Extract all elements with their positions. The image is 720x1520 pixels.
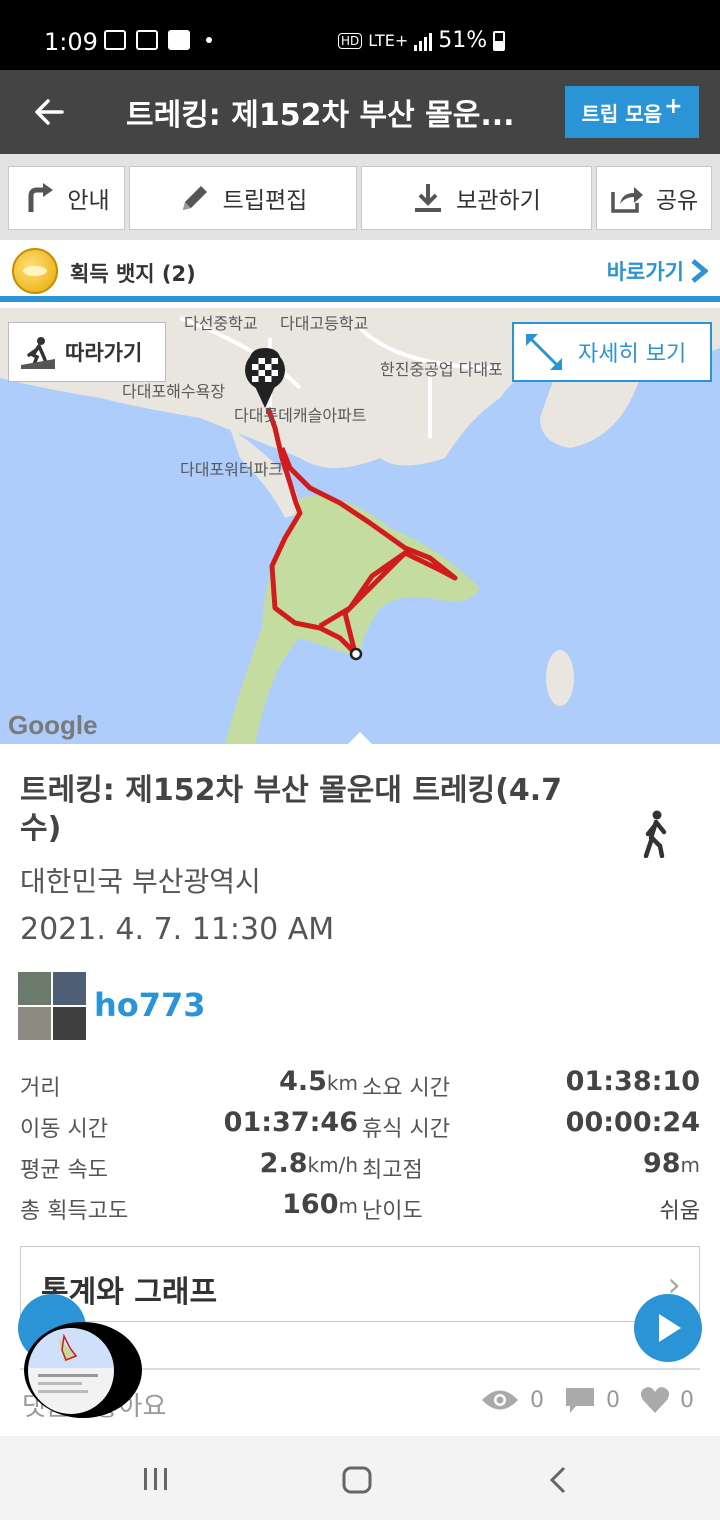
save-button[interactable]: 보관하기 [361, 166, 592, 230]
map-label-pier: 다대포워터파크 [180, 460, 284, 479]
chevron-right-icon [691, 259, 708, 283]
earned-badges-row[interactable]: 획득 뱃지 (2) 바로가기 [0, 240, 720, 302]
trip-collection-button[interactable]: 트립 모음 + [565, 86, 699, 138]
thumbnail-map [28, 1328, 114, 1393]
view-detail-button[interactable]: 자세히 보기 [512, 322, 712, 382]
app-root: 1:09 HD LTE+ 51% 트레킹: 제152차 부산 몰운... 트립 … [0, 0, 720, 1520]
comment-icon [566, 1388, 594, 1413]
map-label-school1: 다선중학교 [184, 314, 258, 333]
signal-icon [414, 31, 433, 51]
stats-row: 평균 속도 2.8km/h 최고점 98m [20, 1146, 700, 1187]
stats-row: 이동 시간 01:37:46 휴식 시간 00:00:24 [20, 1105, 700, 1146]
distance-value: 4.5km [279, 1066, 358, 1097]
trip-location: 대한민국 부산광역시 [20, 865, 261, 898]
more-notifications-icon [206, 37, 212, 43]
back-icon[interactable] [548, 1466, 568, 1494]
play-icon [659, 1314, 681, 1342]
expand-icon [526, 334, 562, 370]
battery-icon [493, 30, 506, 51]
rest-time-value: 00:00:24 [565, 1107, 700, 1138]
eye-icon [482, 1390, 518, 1410]
system-nav-bar [0, 1436, 720, 1520]
trip-collection-label: 트립 모음 [581, 101, 663, 126]
edit-trip-button[interactable]: 트립편집 [129, 166, 357, 230]
plus-icon: + [664, 93, 683, 119]
max-altitude-label: 최고점 [362, 1158, 423, 1183]
like-count: 0 [680, 1387, 694, 1413]
turn-right-icon [28, 183, 54, 212]
network-type: LTE+ [368, 31, 409, 50]
rest-time-label: 휴식 시간 [362, 1117, 450, 1142]
map-caret [346, 732, 374, 744]
social-counts: 0 0 0 [480, 1386, 694, 1414]
duration-value: 01:38:10 [565, 1066, 700, 1097]
share-button[interactable]: 공유 [596, 166, 712, 230]
follow-label: 따라가기 [65, 341, 143, 365]
moving-time-value: 01:37:46 [223, 1107, 358, 1138]
avg-speed-label: 평균 속도 [20, 1158, 108, 1183]
max-altitude-value: 98m [642, 1148, 700, 1179]
difficulty-label: 난이도 [362, 1199, 423, 1224]
battery-percent: 51% [438, 28, 488, 53]
app-notification-icon [136, 30, 158, 50]
notification-icons [104, 30, 212, 50]
page-title: 트레킹: 제152차 부산 몰운... [126, 98, 515, 133]
heart-icon [640, 1387, 670, 1413]
app-bar: 트레킹: 제152차 부산 몰운... 트립 모음 + [0, 70, 720, 154]
stats-row: 거리 4.5km 소요 시간 01:38:10 [20, 1064, 700, 1105]
comment-count: 0 [606, 1387, 620, 1413]
gallery-icon [104, 30, 126, 50]
trip-thumbnail[interactable] [24, 1322, 142, 1418]
thumbnail-preview [28, 1328, 114, 1414]
hiker-icon [21, 337, 55, 369]
status-time: 1:09 [44, 28, 98, 56]
map-label-apartment: 다대롯데캐슬아파트 [234, 406, 367, 425]
follow-button[interactable]: 따라가기 [8, 322, 166, 382]
download-icon [415, 184, 442, 212]
next-trip-button[interactable] [634, 1294, 702, 1362]
username-link[interactable]: ho773 [94, 986, 206, 1024]
badge-icon [12, 248, 58, 294]
recent-apps-icon[interactable] [142, 1466, 170, 1492]
elevation-gain-value: 160m [282, 1189, 358, 1220]
walker-icon [643, 810, 667, 858]
action-toolbar: 안내 트립편집 보관하기 공유 [0, 154, 720, 240]
share-label: 공유 [655, 188, 699, 214]
avatar[interactable] [18, 972, 86, 1040]
back-arrow-icon[interactable] [32, 94, 68, 130]
google-logo: Google [8, 710, 98, 740]
hd-voice-icon: HD [338, 32, 363, 49]
guide-label: 안내 [67, 188, 110, 214]
view-count: 0 [530, 1387, 544, 1413]
trip-title: 트레킹: 제152차 부산 몰운대 트레킹(4.7 수) [20, 773, 563, 846]
map-label-factory: 한진중공업 다대포 [380, 360, 503, 379]
guide-button[interactable]: 안내 [8, 166, 125, 230]
pencil-icon [182, 186, 207, 210]
route-map[interactable]: 다선중학교 다대고등학교 다대포해수욕장 한진중공업 다대포 다대롯데캐슬아파트… [0, 308, 720, 744]
moving-time-label: 이동 시간 [20, 1117, 108, 1142]
status-bar: 1:09 HD LTE+ 51% [0, 0, 720, 70]
distance-label: 거리 [20, 1076, 61, 1101]
elevation-gain-label: 총 획득고도 [20, 1199, 129, 1224]
home-icon[interactable] [342, 1466, 372, 1494]
stats-graph-button[interactable]: 통계와 그래프 › [20, 1246, 700, 1322]
duration-label: 소요 시간 [362, 1076, 450, 1101]
avg-speed-value: 2.8km/h [259, 1148, 358, 1179]
system-icons: HD LTE+ 51% [338, 28, 506, 53]
difficulty-value: 쉬움 [659, 1199, 700, 1224]
trip-datetime: 2021. 4. 7. 11:30 AM [20, 912, 335, 947]
goto-label: 바로가기 [606, 260, 684, 284]
share-icon [611, 187, 643, 213]
view-detail-label: 자세히 보기 [578, 342, 687, 367]
edit-trip-label: 트립편집 [222, 188, 308, 214]
goto-link[interactable]: 바로가기 [607, 256, 708, 286]
stats-row: 총 획득고도 160m 난이도 쉬움 [20, 1187, 700, 1228]
map-label-school2: 다대고등학교 [280, 314, 369, 333]
save-label: 보관하기 [456, 188, 541, 214]
app-badge-icon [168, 30, 190, 50]
earned-badges-label: 획득 뱃지 (2) [70, 262, 196, 286]
stats-table: 거리 4.5km 소요 시간 01:38:10 이동 시간 01:37:46 휴… [20, 1064, 700, 1228]
